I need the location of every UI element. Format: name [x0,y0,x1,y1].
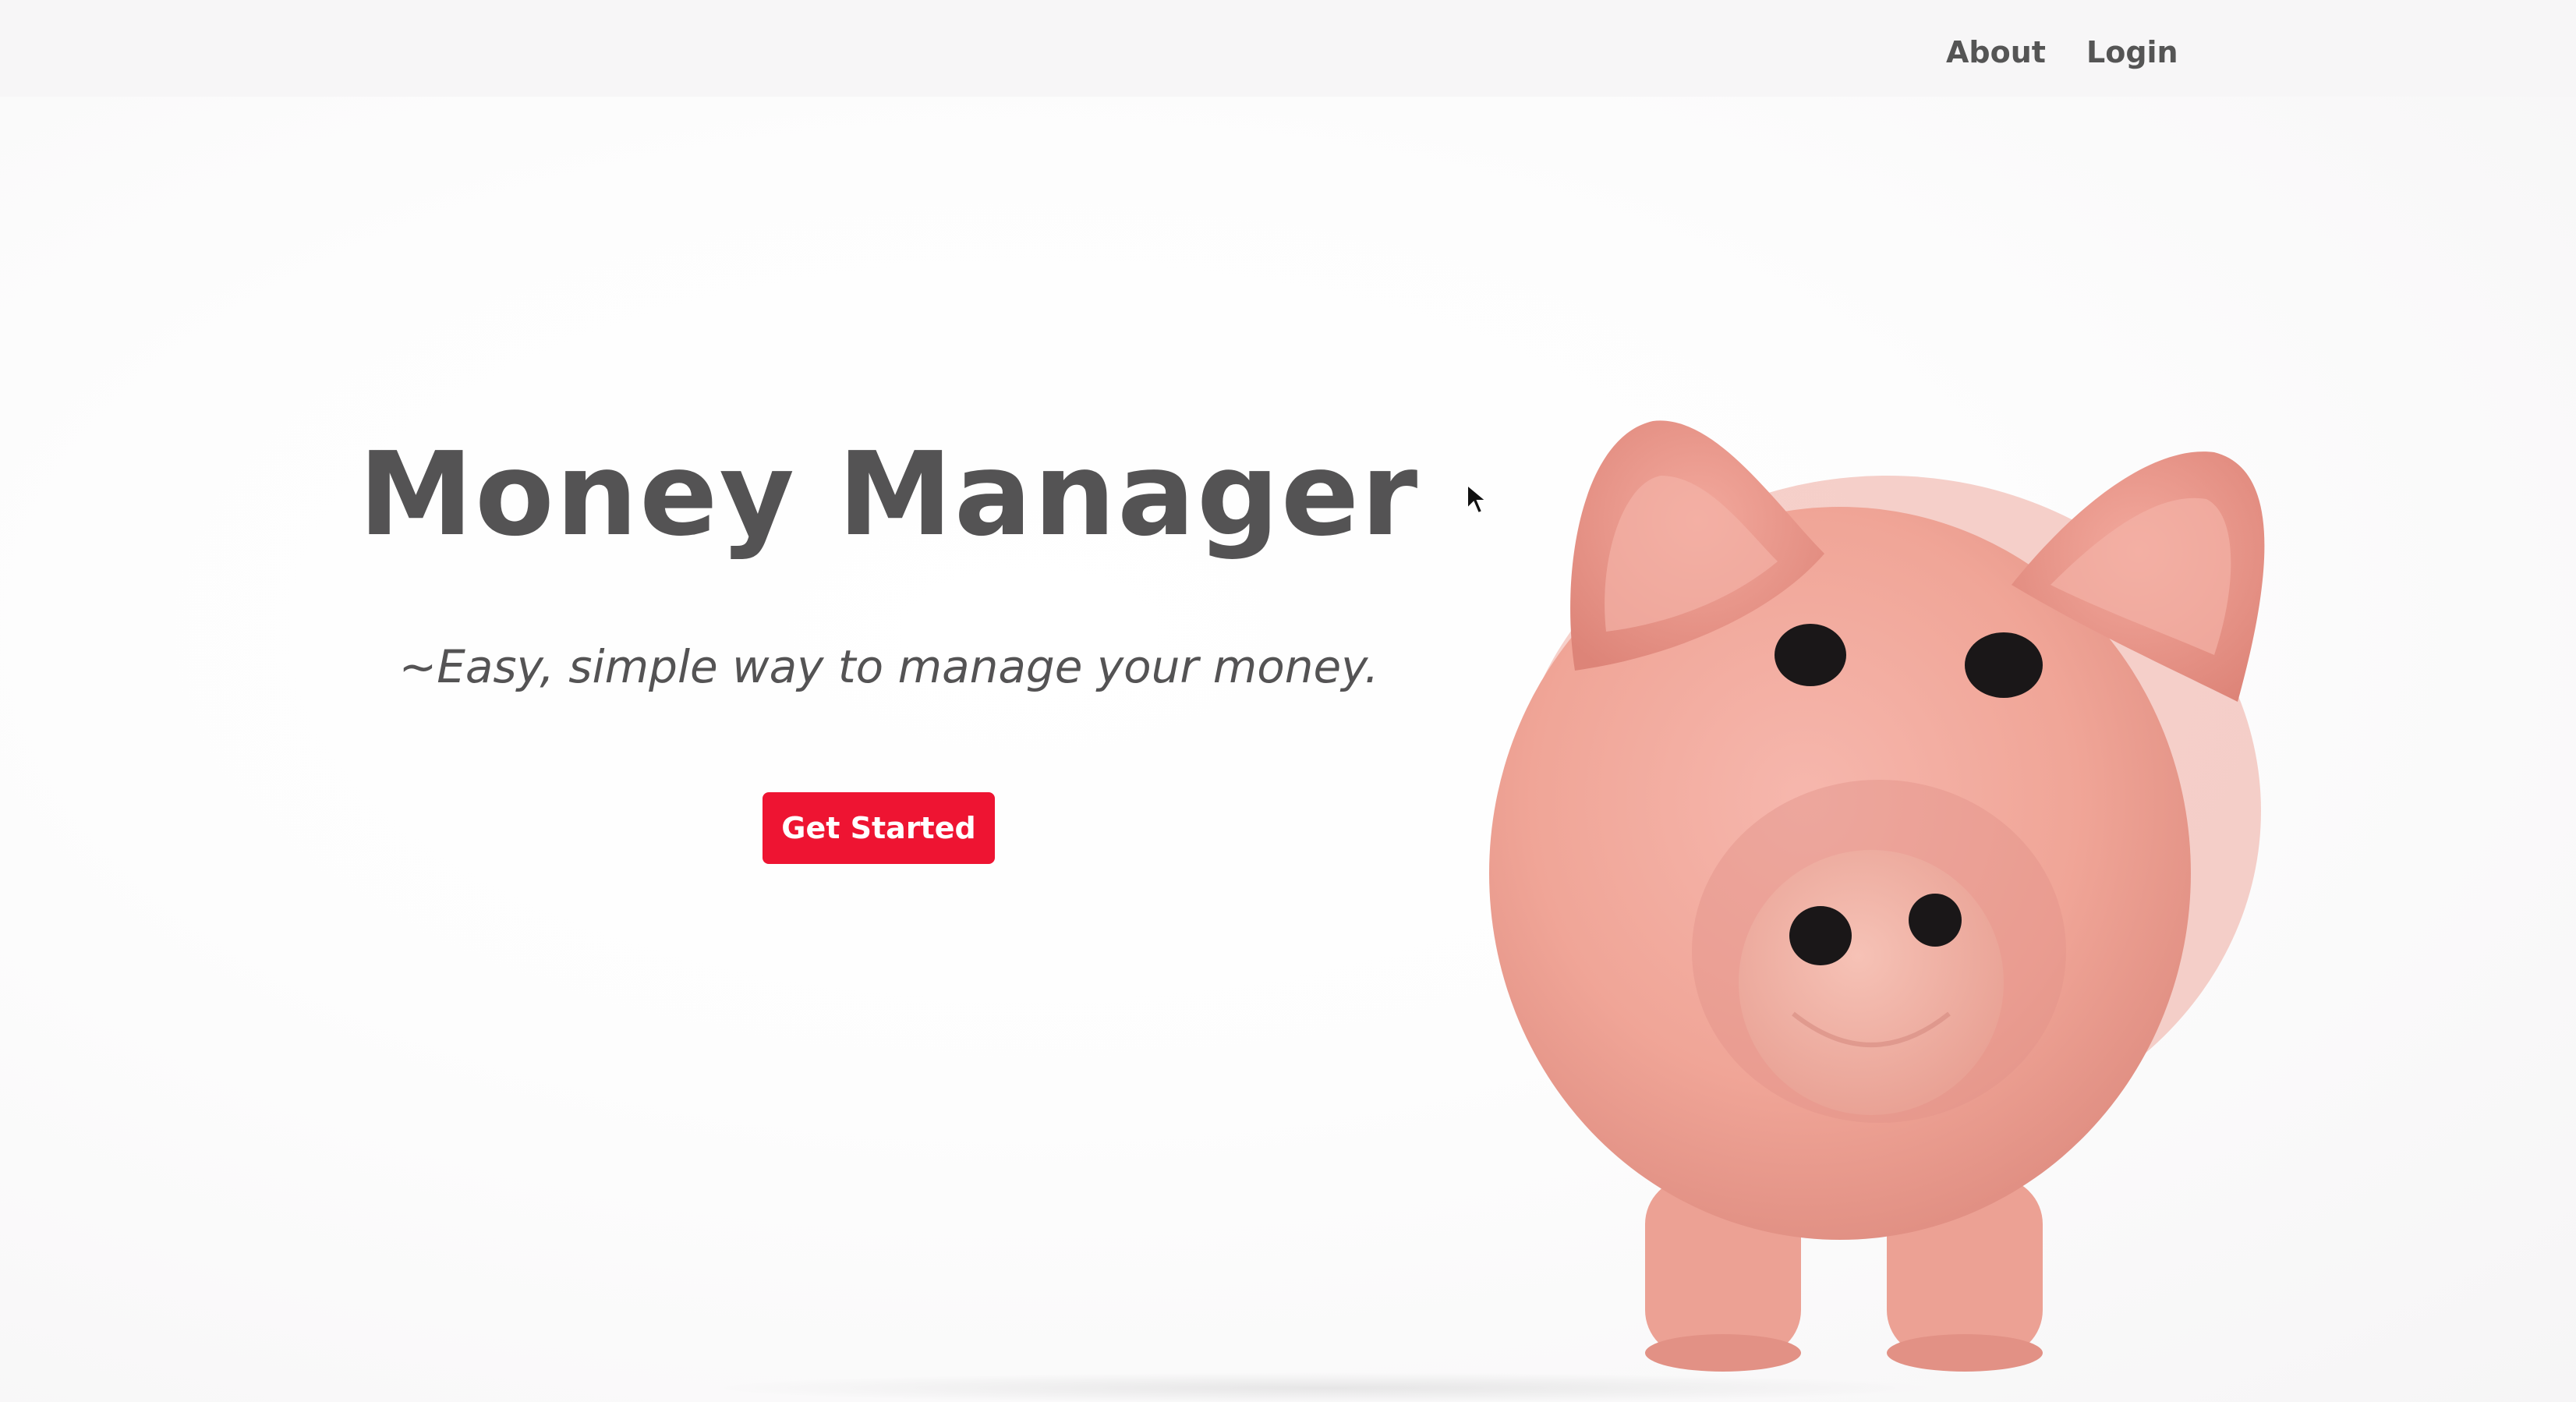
landing-page: About Login Money Manager ~Easy, simple … [0,0,2576,1402]
piggy-bank-image [1489,420,2265,1372]
nav-about-link[interactable]: About [1946,37,2046,67]
get-started-button[interactable]: Get Started [763,792,995,864]
nav-login-link[interactable]: Login [2086,37,2178,67]
mouse-pointer-icon [1467,483,1488,515]
top-navbar: About Login [0,0,2576,97]
